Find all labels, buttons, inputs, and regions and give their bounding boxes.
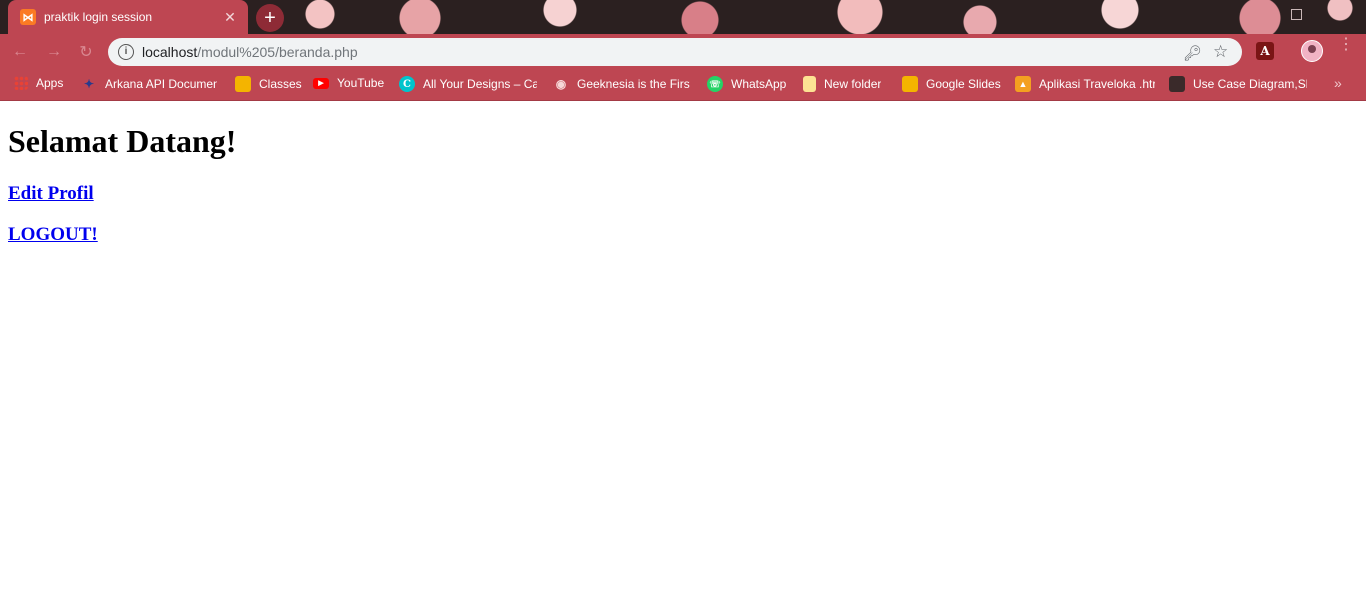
classroom-icon (235, 76, 251, 92)
bookmark-label: YouTube (337, 76, 385, 90)
drive-icon: ▲ (1015, 76, 1031, 92)
bookmark-youtube[interactable]: ▶ YouTube (313, 76, 384, 90)
canva-icon: C (399, 76, 415, 92)
page-content: Selamat Datang! Edit Profil LOGOUT! (0, 101, 1366, 602)
url-host: localhost (142, 44, 198, 60)
bookmark-label: Google Slides (926, 77, 1001, 91)
youtube-icon: ▶ (313, 77, 329, 89)
title-bar: ⋈ praktik login session ✕ + (0, 0, 1366, 34)
url-path: /modul%205/beranda.php (197, 44, 358, 60)
bookmark-label: Classes (259, 77, 302, 91)
bookmark-label: Use Case Diagram,Sk (1193, 77, 1307, 91)
profile-avatar[interactable] (1301, 40, 1323, 62)
bookmark-label: WhatsApp (731, 77, 787, 91)
reload-icon[interactable]: ↻ (74, 40, 98, 64)
xampp-favicon-icon: ⋈ (20, 9, 36, 25)
forward-arrow-icon[interactable]: → (42, 40, 66, 64)
address-bar[interactable]: i localhost/modul%205/beranda.php 🔑︎ ☆ (108, 38, 1242, 66)
bookmark-geeknesia[interactable]: ◉ Geeknesia is the First (553, 76, 690, 92)
slides-icon (902, 76, 918, 92)
window-restore-icon[interactable] (1291, 9, 1302, 20)
back-arrow-icon[interactable]: ← (8, 40, 32, 64)
close-tab-icon[interactable]: ✕ (222, 9, 238, 26)
acrobat-extension-icon[interactable]: A (1256, 42, 1274, 60)
bookmark-apps[interactable]: Apps (14, 76, 63, 90)
bookmark-traveloka[interactable]: ▲ Aplikasi Traveloka .htr (1015, 76, 1155, 92)
bookmark-arkana[interactable]: ✦ Arkana API Documen (81, 76, 217, 92)
bookmark-new-folder[interactable]: New folder (803, 76, 881, 92)
edit-profile-link[interactable]: Edit Profil (8, 183, 94, 205)
bookmark-canva[interactable]: C All Your Designs – Ca (399, 76, 537, 92)
bird-icon: ✦ (83, 77, 95, 91)
key-icon[interactable]: 🔑︎ (1183, 44, 1202, 62)
image-icon (1169, 76, 1185, 92)
folder-icon (803, 76, 816, 92)
tab-title: praktik login session (44, 10, 153, 24)
bookmark-label: All Your Designs – Ca (423, 77, 537, 91)
page-title: Selamat Datang! (8, 123, 237, 159)
new-tab-button[interactable]: + (256, 4, 284, 32)
bookmark-google-slides[interactable]: Google Slides (902, 76, 1001, 92)
browser-toolbar: ← → ↻ i localhost/modul%205/beranda.php … (0, 34, 1366, 69)
chevron-right-icon[interactable]: » (1334, 75, 1342, 91)
bookmark-label: Arkana API Documen (105, 77, 217, 91)
bookmark-whatsapp[interactable]: ☏ WhatsApp (707, 76, 786, 92)
geeknesia-icon: ◉ (555, 77, 567, 91)
bookmark-label: New folder (824, 77, 882, 91)
bookmark-use-case[interactable]: Use Case Diagram,Sk (1169, 76, 1307, 92)
kebab-menu-icon[interactable]: ⋮ (1338, 37, 1354, 53)
bookmark-label: Geeknesia is the First (577, 77, 690, 91)
logout-link[interactable]: LOGOUT! (8, 224, 98, 246)
apps-grid-icon (14, 76, 28, 90)
bookmarks-bar: Apps ✦ Arkana API Documen Classes ▶ YouT… (0, 69, 1366, 101)
bookmark-label: Aplikasi Traveloka .htr (1039, 77, 1155, 91)
url-text[interactable]: localhost/modul%205/beranda.php (142, 44, 358, 60)
whatsapp-icon: ☏ (707, 76, 723, 92)
bookmark-label: Apps (36, 76, 64, 90)
site-info-icon[interactable]: i (118, 44, 134, 60)
bookmark-star-icon[interactable]: ☆ (1213, 42, 1228, 62)
active-tab[interactable]: ⋈ praktik login session ✕ (8, 0, 248, 34)
bookmark-classes[interactable]: Classes (235, 76, 302, 92)
